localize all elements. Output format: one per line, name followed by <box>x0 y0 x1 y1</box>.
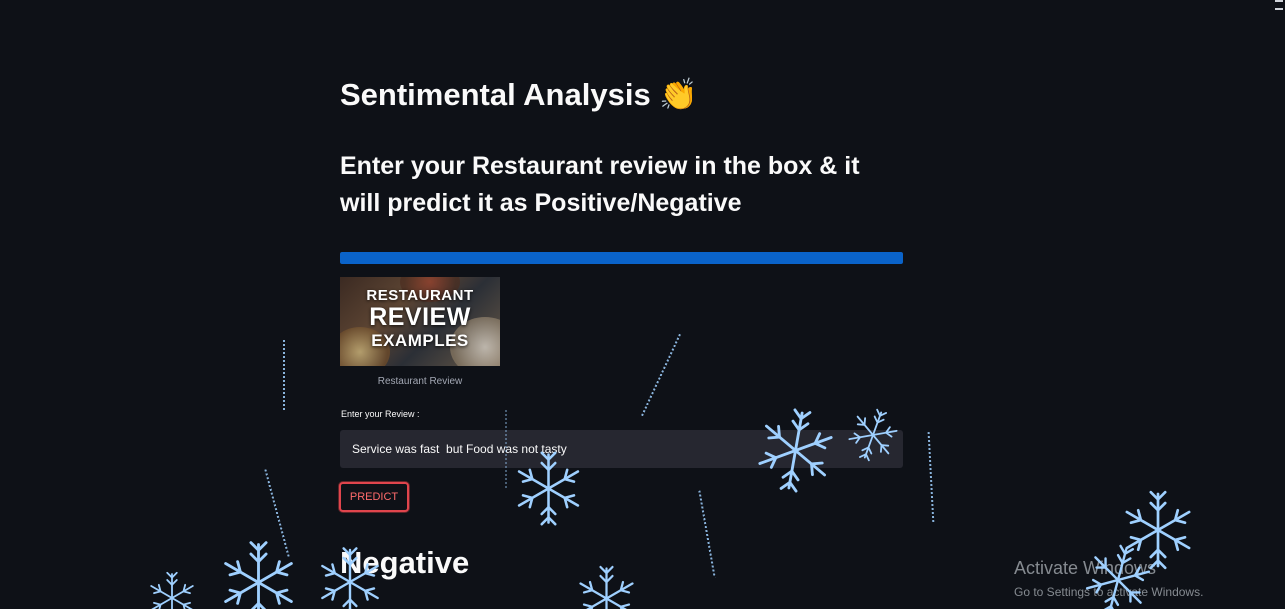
image-text-line2: REVIEW <box>369 303 471 331</box>
image-text-line3: EXAMPLES <box>371 331 469 350</box>
snowflake-decoration <box>150 571 194 609</box>
streamlit-page: Sentimental Analysis 👏 Enter your Restau… <box>0 0 1285 609</box>
page-subtitle: Enter your Restaurant review in the box … <box>340 152 860 217</box>
snow-streak <box>264 469 290 557</box>
menu-icon[interactable] <box>1275 0 1283 10</box>
snow-streak <box>641 333 681 417</box>
image-text-line1: RESTAURANT <box>366 287 474 304</box>
snow-streak <box>698 490 716 578</box>
snow-streak <box>283 340 285 410</box>
image-caption: Restaurant Review <box>377 376 463 387</box>
review-input-label: Enter your Review : <box>341 409 420 419</box>
watermark-title: Activate Windows <box>1014 558 1157 578</box>
snowflake-decoration <box>223 540 293 609</box>
restaurant-review-image: RESTAURANT REVIEW EXAMPLES <box>340 277 500 366</box>
progress-bar <box>340 252 903 264</box>
page-title: Sentimental Analysis 👏 <box>340 77 698 112</box>
review-input[interactable] <box>340 430 903 468</box>
snow-streak <box>927 432 935 524</box>
progress-bar-fill <box>340 252 903 264</box>
prediction-result: Negative <box>340 545 470 580</box>
snowflake-decoration <box>578 565 634 609</box>
windows-activation-watermark: Activate Windows Go to Settings to activ… <box>1014 558 1203 599</box>
predict-button[interactable]: PREDICT <box>339 482 409 512</box>
watermark-subtitle: Go to Settings to activate Windows. <box>1014 585 1204 599</box>
